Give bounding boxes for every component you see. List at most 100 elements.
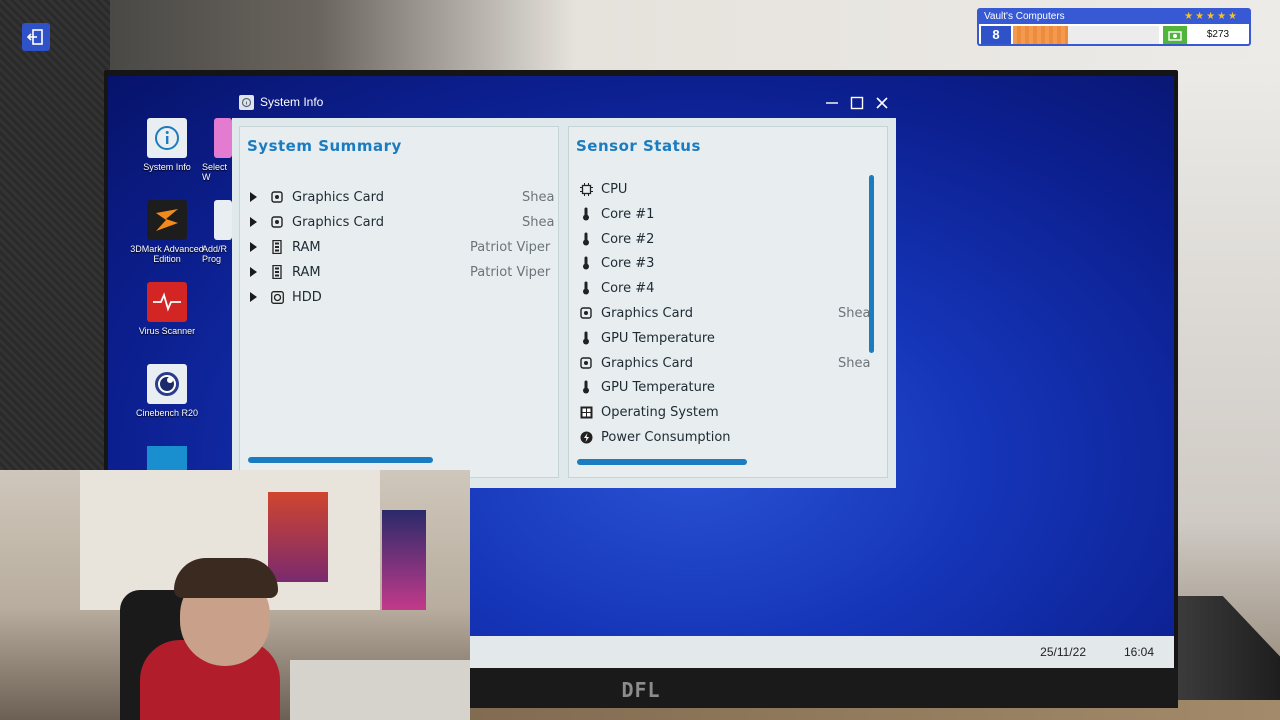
gpu-icon (270, 215, 284, 229)
item-value: Patriot Viper (470, 240, 551, 255)
window-titlebar[interactable]: System Info (232, 90, 896, 116)
desktop-icon-select[interactable]: Select W (192, 118, 232, 182)
sensor-name: Core #3 (601, 256, 655, 272)
desktop-icon-add-remove[interactable]: Add/R Prog (192, 200, 232, 264)
hdd-icon (270, 290, 284, 304)
thermometer-icon (579, 207, 593, 221)
rating-stars: ★★★★★ (1184, 11, 1239, 22)
item-name: RAM (292, 265, 321, 280)
minimize-button[interactable] (823, 94, 841, 112)
desktop-icon-label: Add/R Prog (202, 244, 228, 264)
sensor-item[interactable]: GPU Temperature (569, 328, 865, 350)
cash-icon (1163, 26, 1187, 44)
vertical-scrollbar[interactable] (869, 175, 874, 353)
item-value: Shea (522, 215, 555, 230)
summary-item[interactable]: HDD (240, 287, 558, 309)
maximize-icon (850, 96, 864, 110)
ram-icon (270, 265, 284, 279)
item-name: HDD (292, 290, 322, 305)
close-icon (876, 97, 888, 109)
thermometer-icon (579, 331, 593, 345)
sensor-item[interactable]: GPU Temperature (569, 377, 865, 399)
sensor-item[interactable]: Core #3 (569, 253, 865, 275)
xp-bar-fill (1013, 26, 1069, 44)
add-remove-icon (214, 200, 232, 240)
system-summary-panel: System Summary Graphics Card Shea Graphi… (239, 126, 559, 478)
level-badge: 8 (981, 26, 1011, 44)
sensor-item[interactable]: Graphics Card Shea (569, 353, 870, 375)
sensor-item[interactable]: Operating System (569, 402, 865, 424)
sensor-item[interactable]: Graphics Card Shea (569, 303, 870, 325)
window-title: System Info (260, 95, 324, 109)
sensor-item[interactable]: Core #2 (569, 229, 865, 251)
desktop-icon-partial[interactable] (147, 446, 187, 470)
gpu-icon (579, 306, 593, 320)
panel-title: System Summary (247, 137, 402, 155)
desktop-icon-label: Select W (202, 162, 228, 182)
panel-title: Sensor Status (576, 137, 701, 155)
minimize-icon (826, 102, 838, 104)
exit-icon (27, 29, 43, 45)
expand-arrow-icon[interactable] (250, 192, 257, 202)
webcam-poster (268, 492, 328, 582)
sensor-item[interactable]: Core #1 (569, 204, 865, 226)
item-value: Patriot Viper (470, 265, 551, 280)
desktop-icon-label: Virus Scanner (138, 326, 196, 336)
sensor-name: Core #2 (601, 231, 655, 247)
summary-item[interactable]: RAM Patriot Viper (240, 262, 558, 284)
sensor-name: CPU (601, 182, 628, 197)
status-hud: Vault's Computers ★★★★★ 8 $273 (977, 8, 1251, 46)
info-icon (147, 118, 187, 158)
webcam-jersey (382, 510, 426, 610)
system-info-icon (239, 95, 254, 110)
summary-item[interactable]: RAM Patriot Viper (240, 237, 558, 259)
sensor-name: Core #4 (601, 281, 655, 297)
horizontal-scrollbar[interactable] (577, 459, 747, 465)
ram-icon (270, 240, 284, 254)
desktop-icon-label: Cinebench R20 (135, 408, 199, 418)
chip-icon (579, 182, 593, 196)
desktop-icon-virus-scanner[interactable]: Virus Scanner (127, 282, 207, 336)
summary-item[interactable]: Graphics Card Shea (240, 187, 558, 209)
taskbar-date: 25/11/22 (1040, 645, 1086, 659)
webcam-bed (290, 660, 470, 720)
thermometer-icon (579, 380, 593, 394)
system-info-window[interactable]: System Info System Summary Graphics Card… (232, 90, 896, 488)
expand-arrow-icon[interactable] (250, 292, 257, 302)
sensor-name: GPU Temperature (601, 380, 715, 396)
os-icon (579, 405, 593, 419)
sensor-value: Shea (838, 306, 871, 321)
summary-item[interactable]: Graphics Card Shea (240, 212, 558, 234)
gpu-icon (579, 356, 593, 370)
window-body: System Summary Graphics Card Shea Graphi… (232, 118, 896, 488)
taskbar: 25/11/22 16:04 (470, 636, 1174, 668)
exit-button[interactable] (22, 23, 50, 51)
horizontal-scrollbar[interactable] (248, 457, 433, 463)
sensor-item[interactable]: Core #4 (569, 278, 865, 300)
expand-arrow-icon[interactable] (250, 242, 257, 252)
thermometer-icon (579, 232, 593, 246)
gpu-icon (270, 190, 284, 204)
sensor-name: Graphics Card (601, 306, 693, 321)
sensor-name: GPU Temperature (601, 330, 715, 346)
thermometer-icon (579, 256, 593, 270)
sensor-item[interactable]: CPU (569, 179, 865, 201)
desktop-icon-cinebench[interactable]: Cinebench R20 (127, 364, 207, 418)
maximize-button[interactable] (848, 94, 866, 112)
webcam-overlay (0, 470, 470, 720)
sensor-name: Core #1 (601, 206, 655, 222)
expand-arrow-icon[interactable] (250, 217, 257, 227)
item-name: RAM (292, 240, 321, 255)
item-name: Graphics Card (292, 190, 384, 205)
pulse-icon (147, 282, 187, 322)
close-button[interactable] (873, 94, 891, 112)
3dmark-icon (147, 200, 187, 240)
expand-arrow-icon[interactable] (250, 267, 257, 277)
taskbar-time: 16:04 (1123, 645, 1154, 659)
cash-amount: $273 (1206, 29, 1230, 40)
sensor-item[interactable]: Power Consumption (569, 427, 865, 449)
sensor-name: Power Consumption (601, 430, 731, 445)
sensor-name: Graphics Card (601, 355, 693, 371)
sensor-name: Operating System (601, 405, 719, 421)
item-value: Shea (522, 190, 555, 205)
